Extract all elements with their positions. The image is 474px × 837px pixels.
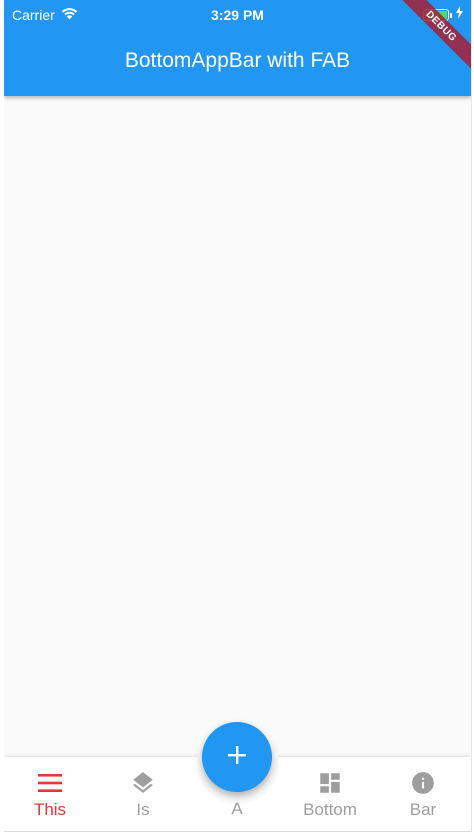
nav-item-label: Bar: [409, 800, 437, 819]
nav-item-bottom[interactable]: Bottom: [284, 770, 376, 820]
nav-item-label: Is: [136, 800, 150, 819]
info-icon: [377, 770, 469, 796]
page-title: BottomAppBar with FAB: [124, 49, 351, 72]
add-fab-button[interactable]: [202, 722, 272, 792]
dashboard-icon: [284, 770, 376, 796]
nav-item-label: Bottom: [303, 800, 357, 819]
bolt-icon: [456, 6, 463, 22]
add-icon: [226, 744, 248, 771]
nav-item-is[interactable]: Is: [97, 770, 189, 820]
app-screen: Carrier 3:29 PM BottomAppBar with FAB DE…: [4, 0, 472, 832]
menu-icon: [4, 770, 96, 796]
nav-item-this[interactable]: This: [4, 770, 96, 820]
status-time: 3:29 PM: [211, 7, 264, 23]
nav-item-bar[interactable]: Bar: [377, 770, 469, 820]
battery-cap: [450, 13, 452, 18]
app-bar: Carrier 3:29 PM BottomAppBar with FAB DE…: [4, 0, 471, 96]
main-content: [4, 96, 471, 756]
nav-item-a-label[interactable]: A: [202, 799, 272, 819]
nav-item-label: This: [33, 800, 67, 819]
status-bar: Carrier 3:29 PM: [4, 0, 471, 30]
layers-icon: [97, 770, 189, 796]
